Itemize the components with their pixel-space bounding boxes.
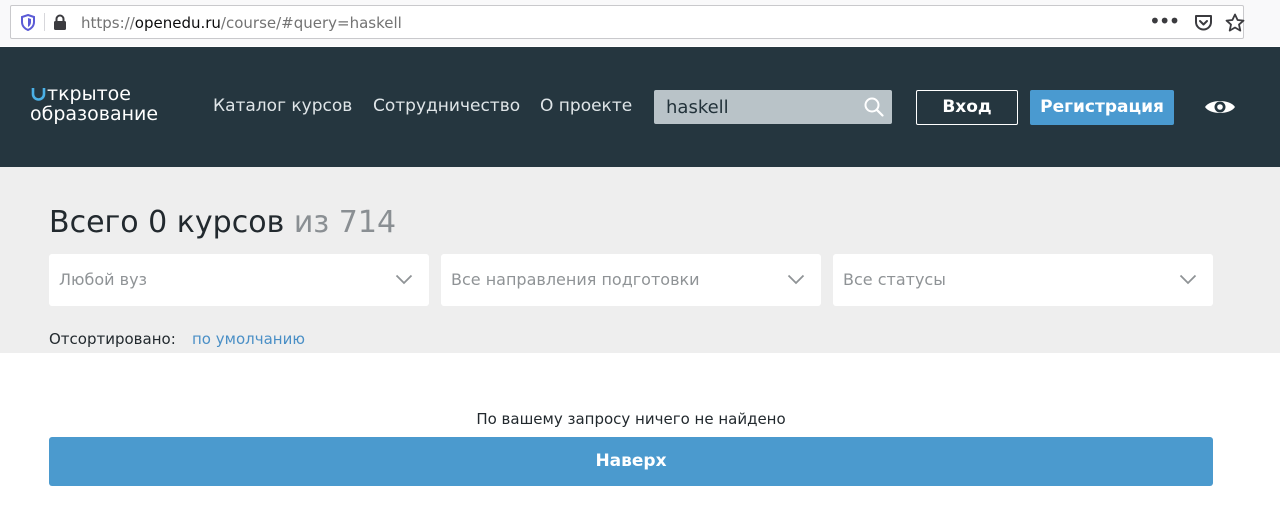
page-actions-menu-icon[interactable]: ••• <box>1149 9 1180 33</box>
bookmark-star-icon[interactable] <box>1225 13 1245 33</box>
results-count: Всего 0 курсов <box>49 205 285 240</box>
logo-line1: ткрытое <box>30 84 158 104</box>
register-button[interactable]: Регистрация <box>1030 90 1174 125</box>
university-select[interactable]: Любой вуз <box>49 254 429 306</box>
site-logo[interactable]: ткрытое образование <box>30 84 158 124</box>
tracking-protection-shield-icon[interactable] <box>20 14 36 31</box>
search-input[interactable] <box>654 90 854 124</box>
chevron-down-icon <box>787 274 805 285</box>
results-count-title: Всего 0 курсов из 714 <box>49 205 396 240</box>
empty-results-message: По вашему запросу ничего не найдено <box>476 410 786 428</box>
status-select[interactable]: Все статусы <box>833 254 1213 306</box>
browser-toolbar: https://openedu.ru/course/#query=haskell… <box>0 0 1280 46</box>
pocket-icon[interactable] <box>1194 14 1213 32</box>
logo-mark-icon <box>31 88 46 101</box>
url-prefix: https:// <box>81 14 135 32</box>
eye-icon[interactable] <box>1204 97 1236 117</box>
direction-select-label: Все направления подготовки <box>451 270 700 289</box>
url-text[interactable]: https://openedu.ru/course/#query=haskell <box>81 14 402 32</box>
nav-item-about[interactable]: О проекте <box>540 96 632 116</box>
nav-item-catalog[interactable]: Каталог курсов <box>213 96 352 116</box>
back-to-top-button[interactable]: Наверх <box>49 437 1213 486</box>
login-button[interactable]: Вход <box>916 90 1018 125</box>
nav-item-cooperation[interactable]: Сотрудничество <box>373 96 520 116</box>
url-domain: openedu.ru <box>134 14 221 32</box>
search-box <box>654 90 892 124</box>
sort-order-link[interactable]: по умолчанию <box>192 330 305 348</box>
chevron-down-icon <box>395 274 413 285</box>
direction-select[interactable]: Все направления подготовки <box>441 254 821 306</box>
logo-text-line1: ткрытое <box>47 83 131 105</box>
url-path: /course/#query=haskell <box>220 14 402 32</box>
university-select-label: Любой вуз <box>59 270 148 289</box>
url-separator <box>44 13 45 31</box>
lock-icon[interactable] <box>53 14 67 31</box>
chevron-down-icon <box>1179 274 1197 285</box>
site-header: ткрытое образование Каталог курсов Сотру… <box>0 47 1280 167</box>
total-courses: из 714 <box>293 205 397 240</box>
filter-section: Всего 0 курсов из 714 Любой вуз Все напр… <box>0 167 1280 353</box>
logo-text-line2: образование <box>30 103 159 125</box>
sort-label: Отсортировано: <box>49 330 176 348</box>
address-bar[interactable]: https://openedu.ru/course/#query=haskell… <box>10 5 1245 39</box>
search-icon[interactable] <box>864 97 884 117</box>
status-select-label: Все статусы <box>843 270 946 289</box>
